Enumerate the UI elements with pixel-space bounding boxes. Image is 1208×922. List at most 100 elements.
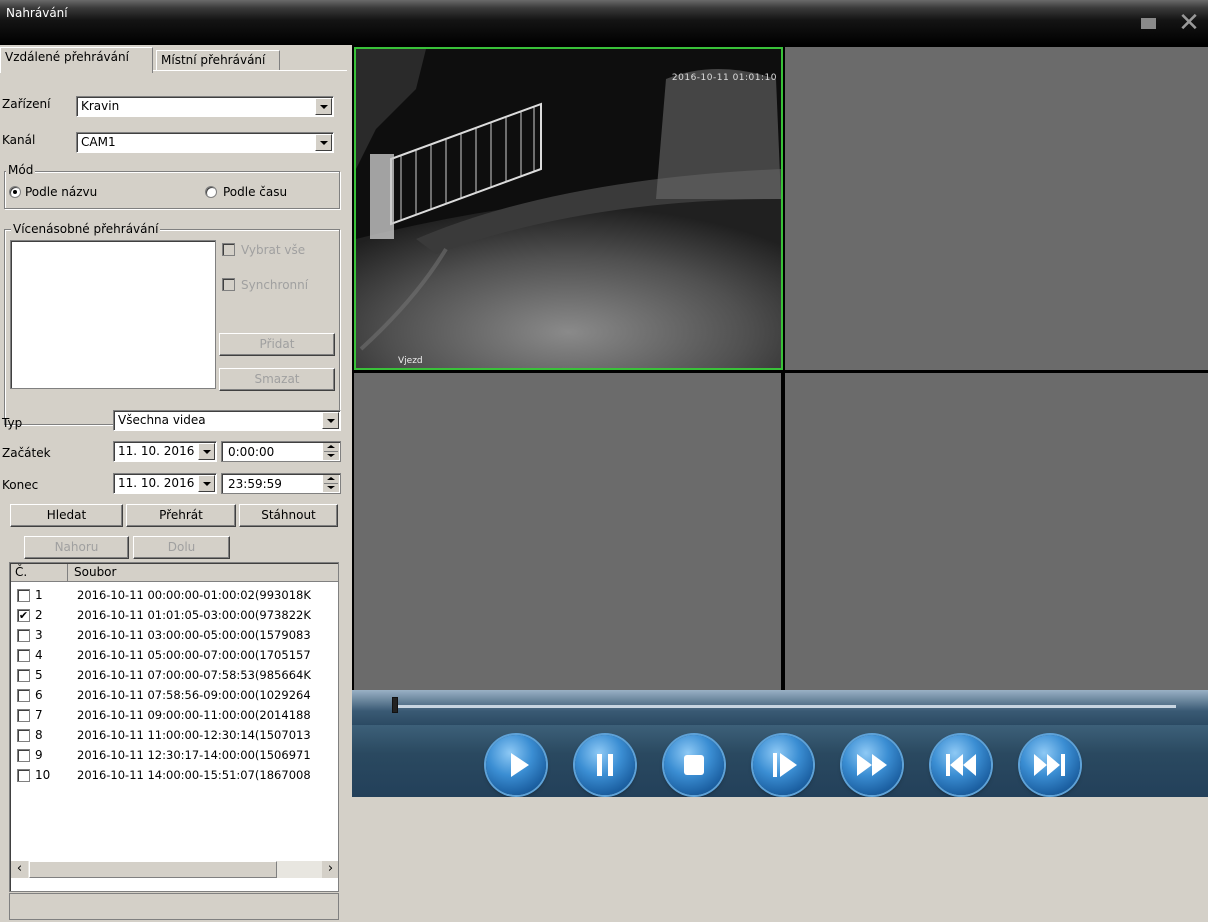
table-row[interactable]: 8 2016-10-11 11:00:00-12:30:14(1507013 [14,726,338,745]
row-number: 7 [35,708,43,722]
column-number[interactable]: Č. [15,565,27,579]
end-date-picker[interactable]: 11. 10. 2016 [113,473,217,494]
multi-playback-list[interactable] [10,240,216,389]
row-checkbox[interactable] [17,629,30,642]
mode-by-time-label: Podle času [223,185,288,199]
tab-local-playback[interactable]: Místní přehrávání [156,50,280,71]
table-row[interactable]: 9 2016-10-11 12:30:17-14:00:00(1506971 [14,746,338,765]
row-number: 3 [35,628,43,642]
row-checkbox[interactable] [17,669,30,682]
table-row[interactable]: 1 2016-10-11 00:00:00-01:00:02(993018K [14,586,338,605]
table-row[interactable]: 3 2016-10-11 03:00:00-05:00:00(1579083 [14,626,338,645]
row-number: 4 [35,648,43,662]
row-file: 2016-10-11 12:30:17-14:00:00(1506971 [77,748,311,762]
stop-icon[interactable] [664,735,724,795]
row-file: 2016-10-11 09:00:00-11:00:00(2014188 [77,708,311,722]
multi-playback-group: Vícenásobné přehrávání Vybrat vše Synchr… [4,222,340,425]
channel-value: CAM1 [81,135,116,149]
row-file: 2016-10-11 07:58:56-09:00:00(1029264 [77,688,311,702]
end-time-field[interactable]: 23:59:59 [221,473,341,494]
fast-forward-icon[interactable] [842,735,902,795]
seek-thumb[interactable] [392,697,398,713]
column-file[interactable]: Soubor [74,565,116,579]
sync-checkbox[interactable] [222,278,235,291]
device-select[interactable]: Kravin [76,96,334,117]
tab-bar: Vzdálené přehrávání Místní přehrávání [0,47,347,73]
start-time-field[interactable]: 0:00:00 [221,441,341,462]
file-list[interactable]: Č. Soubor 1 2016-10-11 00:00:00-01:00:02(… [9,562,339,892]
row-checkbox[interactable]: ✔ [17,609,30,622]
video-cell-4[interactable] [785,373,1208,690]
bottom-area [352,797,1208,922]
row-checkbox[interactable] [17,689,30,702]
video-grid: 2016-10-11 01:01:10 Vjezd [352,45,1208,690]
remove-button[interactable]: Smazat [219,368,335,391]
video-timestamp: 2016-10-11 01:01:10 [671,73,777,83]
start-date-picker[interactable]: 11. 10. 2016 [113,441,217,462]
table-row[interactable]: 7 2016-10-11 09:00:00-11:00:00(2014188 [14,706,338,725]
horizontal-scrollbar[interactable]: ‹ › [11,861,338,878]
table-row[interactable]: 4 2016-10-11 05:00:00-07:00:00(1705157 [14,646,338,665]
move-down-button[interactable]: Dolu [133,536,230,559]
skip-back-icon[interactable] [931,735,991,795]
tab-body: Zařízení Kravin Kanál CAM1 Mód Podle náz… [0,70,347,922]
download-button[interactable]: Stáhnout [239,504,338,527]
scroll-right-icon[interactable]: › [322,861,338,878]
mode-by-name-radio[interactable] [9,186,21,198]
row-checkbox[interactable] [17,649,30,662]
row-checkbox[interactable] [17,729,30,742]
row-number: 5 [35,668,43,682]
step-forward-icon[interactable] [753,735,813,795]
mode-by-time-radio[interactable] [205,186,217,198]
row-number: 10 [35,768,51,782]
row-number: 8 [35,728,43,742]
row-checkbox[interactable] [17,589,30,602]
row-file: 2016-10-11 07:00:00-07:58:53(985664K [77,668,311,682]
search-button[interactable]: Hledat [10,504,123,527]
video-cell-2[interactable] [785,47,1208,370]
title-bar: Nahrávání ✕ [0,0,1208,45]
row-checkbox[interactable] [17,749,30,762]
seek-track[interactable] [392,705,1176,708]
table-row[interactable]: 5 2016-10-11 07:00:00-07:58:53(985664K [14,666,338,685]
chevron-down-icon[interactable] [315,134,332,151]
video-cell-3[interactable] [354,373,781,690]
device-value: Kravin [81,99,120,113]
device-label: Zařízení [2,97,51,111]
table-row[interactable]: 10 2016-10-11 14:00:00-15:51:07(1867008 [14,766,338,785]
pause-icon[interactable] [575,735,635,795]
move-up-button[interactable]: Nahoru [24,536,129,559]
right-panel: 2016-10-11 01:01:10 Vjezd [347,45,1208,922]
row-checkbox[interactable] [17,709,30,722]
scroll-thumb[interactable] [29,861,277,878]
start-time-value: 0:00:00 [228,445,275,459]
table-row[interactable]: 6 2016-10-11 07:58:56-09:00:00(1029264 [14,686,338,705]
scroll-left-icon[interactable]: ‹ [11,861,28,878]
select-all-label: Vybrat vše [241,243,306,257]
add-button[interactable]: Přidat [219,333,335,356]
chevron-down-icon[interactable] [198,443,215,460]
maximize-icon[interactable] [1138,14,1160,32]
mode-group: Mód Podle názvu Podle času [4,163,340,209]
play-icon[interactable] [486,735,546,795]
chevron-down-icon[interactable] [315,98,332,115]
multi-playback-title: Vícenásobné přehrávání [11,222,161,236]
table-row[interactable]: ✔ 2 2016-10-11 01:01:05-03:00:00(973822K [14,606,338,625]
row-checkbox[interactable] [17,769,30,782]
chevron-down-icon[interactable] [322,412,339,429]
row-number: 6 [35,688,43,702]
select-all-checkbox[interactable] [222,243,235,256]
row-file: 2016-10-11 01:01:05-03:00:00(973822K [77,608,311,622]
skip-forward-icon[interactable] [1020,735,1080,795]
row-file: 2016-10-11 11:00:00-12:30:14(1507013 [77,728,311,742]
type-select[interactable]: Všechna videa [113,410,341,431]
video-cell-1[interactable]: 2016-10-11 01:01:10 Vjezd [354,47,783,370]
end-date-value: 11. 10. 2016 [118,476,195,490]
channel-select[interactable]: CAM1 [76,132,334,153]
play-button[interactable]: Přehrát [126,504,236,527]
chevron-down-icon[interactable] [198,475,215,492]
end-time-value: 23:59:59 [228,477,282,491]
tab-remote-playback[interactable]: Vzdálené přehrávání [0,47,153,73]
seek-bar[interactable] [352,690,1208,725]
close-icon[interactable]: ✕ [1178,10,1200,36]
